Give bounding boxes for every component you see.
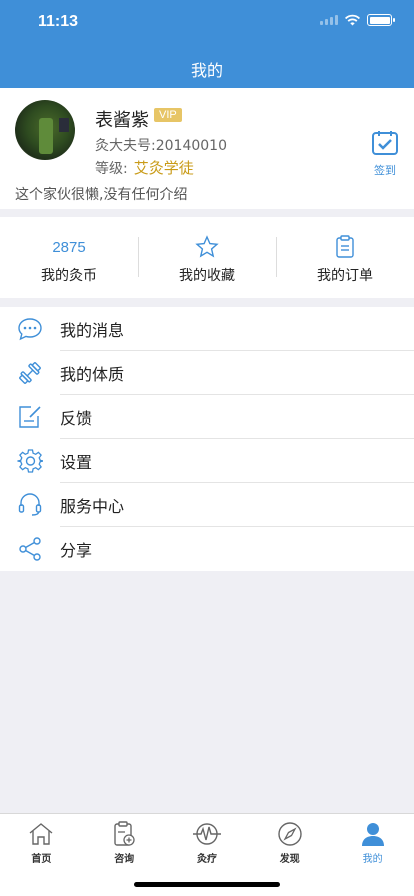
checkin-label: 签到 (374, 164, 396, 177)
profile-card: 表酱紫 VIP 灸大夫号:20140010 等级: 艾灸学徒 这个家伙很懒,没有… (0, 88, 414, 209)
menu-label: 我的体质 (60, 365, 125, 384)
clipboard-icon (336, 235, 354, 258)
wifi-icon (344, 14, 361, 26)
menu-item-messages[interactable]: 我的消息 (0, 307, 414, 351)
calendar-check-icon (372, 131, 398, 155)
tab-home[interactable]: 首页 (0, 814, 83, 896)
battery-icon (367, 14, 395, 26)
menu-list: 我的消息 我的体质 反馈 设置 服务中心 分享 (0, 307, 414, 571)
tab-label: 发现 (279, 854, 300, 865)
pulse-icon (192, 823, 221, 845)
account-id: 灸大夫号:20140010 (95, 138, 227, 154)
person-icon (361, 823, 384, 846)
compass-icon (278, 822, 302, 846)
page-title: 我的 (190, 61, 223, 80)
star-icon (195, 235, 219, 258)
coins-label: 我的灸币 (41, 268, 97, 284)
menu-item-feedback[interactable]: 反馈 (0, 395, 414, 439)
edit-note-icon (19, 406, 41, 428)
orders-label: 我的订单 (317, 268, 373, 284)
dumbbell-icon (19, 362, 41, 384)
share-icon (19, 537, 41, 561)
home-indicator (134, 882, 280, 887)
checkin-button[interactable]: 签到 (370, 130, 400, 178)
vip-badge: VIP (154, 108, 182, 122)
level-value: 艾灸学徒 (133, 159, 194, 177)
menu-label: 服务中心 (60, 497, 125, 516)
clipboard-plus-icon (114, 821, 135, 846)
menu-item-share[interactable]: 分享 (0, 527, 414, 571)
level-row: 等级: 艾灸学徒 (95, 157, 194, 178)
level-label: 等级: (95, 160, 128, 177)
status-icons (320, 14, 395, 26)
menu-item-constitution[interactable]: 我的体质 (0, 351, 414, 395)
tab-label: 我的 (362, 854, 383, 865)
tab-label: 灸疗 (196, 854, 217, 865)
top-header: 11:13 我的 (0, 0, 414, 88)
menu-item-settings[interactable]: 设置 (0, 439, 414, 483)
menu-label: 我的消息 (60, 321, 125, 340)
avatar[interactable] (15, 100, 75, 160)
stats-bar: 2875 我的灸币 我的收藏 我的订单 (0, 217, 414, 298)
headset-icon (18, 493, 42, 516)
tab-label: 咨询 (114, 854, 135, 865)
tab-label: 首页 (31, 854, 52, 865)
home-icon (29, 823, 53, 845)
favorites-label: 我的收藏 (179, 268, 235, 284)
username: 表酱紫 (95, 110, 149, 131)
menu-label: 设置 (60, 453, 93, 472)
gear-icon (17, 449, 43, 473)
profile-bio: 这个家伙很懒,没有任何介绍 (15, 187, 188, 203)
tab-mine[interactable]: 我的 (331, 814, 414, 896)
stat-coins[interactable]: 2875 我的灸币 (0, 217, 138, 298)
stat-favorites[interactable]: 我的收藏 (138, 217, 276, 298)
stat-orders[interactable]: 我的订单 (276, 217, 414, 298)
menu-label: 反馈 (60, 409, 93, 428)
status-time: 11:13 (38, 13, 79, 30)
signal-icon (320, 15, 338, 25)
menu-item-service-center[interactable]: 服务中心 (0, 483, 414, 527)
menu-label: 分享 (60, 541, 93, 560)
coins-value: 2875 (52, 238, 86, 256)
chat-bubble-icon (18, 318, 42, 341)
